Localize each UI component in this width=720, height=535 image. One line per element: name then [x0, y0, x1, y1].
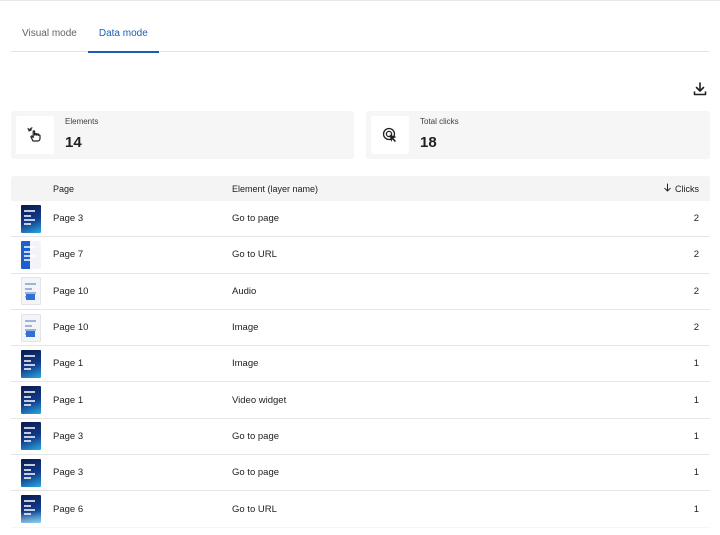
total-clicks-stat-card: Total clicks 18 [366, 111, 710, 159]
download-icon[interactable] [692, 81, 708, 97]
tab-data-mode[interactable]: Data mode [87, 22, 159, 53]
page-thumbnail [21, 313, 41, 342]
total-clicks-value: 18 [420, 134, 437, 151]
row-page: Page 7 [53, 249, 84, 261]
table-header: Page Element (layer name) Clicks [11, 176, 710, 201]
tab-visual-mode[interactable]: Visual mode [11, 22, 88, 52]
table-row[interactable]: Page 3 Go to page 1 [11, 419, 710, 456]
header-clicks[interactable]: Clicks [612, 183, 710, 194]
page-thumbnail [21, 240, 41, 269]
row-clicks: 2 [693, 249, 699, 261]
row-page: Page 3 [53, 467, 84, 479]
row-element: Go to page [232, 430, 280, 442]
table-row[interactable]: Page 7 Go to URL 2 [11, 237, 710, 274]
page-thumbnail [21, 495, 41, 524]
row-page: Page 6 [53, 503, 84, 515]
row-clicks: 2 [693, 285, 699, 297]
page-thumbnail [21, 204, 41, 233]
row-clicks: 2 [693, 213, 699, 225]
row-element: Image [232, 358, 259, 370]
page-thumbnail [21, 422, 41, 451]
table-row[interactable]: Page 10 Audio 2 [11, 274, 710, 310]
row-clicks: 2 [693, 322, 699, 334]
table-row[interactable]: Page 3 Go to page 1 [11, 455, 710, 492]
row-clicks: 1 [693, 358, 699, 370]
mode-tabs: Visual mode Data mode [11, 22, 709, 53]
page-thumbnail [21, 349, 41, 378]
row-element: Image [232, 322, 259, 334]
arrow-down-icon [663, 183, 672, 194]
page-thumbnail [21, 458, 41, 487]
top-divider [0, 0, 720, 1]
row-element: Video widget [232, 394, 287, 406]
row-page: Page 1 [53, 394, 84, 406]
table-row[interactable]: Page 1 Image 1 [11, 346, 710, 383]
header-clicks-label: Clicks [675, 183, 699, 194]
elements-stat-card: Elements 14 [11, 111, 354, 159]
page-thumbnail [21, 277, 41, 306]
elements-value: 14 [65, 134, 82, 151]
row-page: Page 10 [53, 285, 89, 297]
clicks-table: Page Element (layer name) Clicks Page 3 G… [11, 176, 710, 528]
total-clicks-label: Total clicks [420, 117, 459, 126]
row-page: Page 1 [53, 358, 84, 370]
page-thumbnail [21, 386, 41, 415]
row-clicks: 1 [693, 467, 699, 479]
tap-gesture-icon [16, 116, 54, 154]
row-element: Go to page [232, 467, 280, 479]
row-page: Page 10 [53, 322, 89, 334]
table-row[interactable]: Page 3 Go to page 2 [11, 201, 710, 238]
table-row[interactable]: Page 1 Video widget 1 [11, 382, 710, 419]
row-page: Page 3 [53, 430, 84, 442]
elements-label: Elements [65, 117, 99, 126]
header-element[interactable]: Element (layer name) [232, 184, 612, 194]
table-row[interactable]: Page 10 Image 2 [11, 310, 710, 347]
header-page[interactable]: Page [53, 184, 232, 194]
row-element: Audio [232, 285, 257, 297]
row-clicks: 1 [693, 503, 699, 515]
row-element: Go to page [232, 213, 280, 225]
table-body: Page 3 Go to page 2 Page 7 Go to URL 2 Page 10… [11, 201, 710, 528]
click-cursor-icon [371, 116, 409, 154]
row-clicks: 1 [693, 430, 699, 442]
row-page: Page 3 [53, 213, 84, 225]
row-element: Go to URL [232, 249, 277, 261]
table-row[interactable]: Page 6 Go to URL 1 [11, 491, 710, 528]
row-clicks: 1 [693, 394, 699, 406]
row-element: Go to URL [232, 503, 277, 515]
